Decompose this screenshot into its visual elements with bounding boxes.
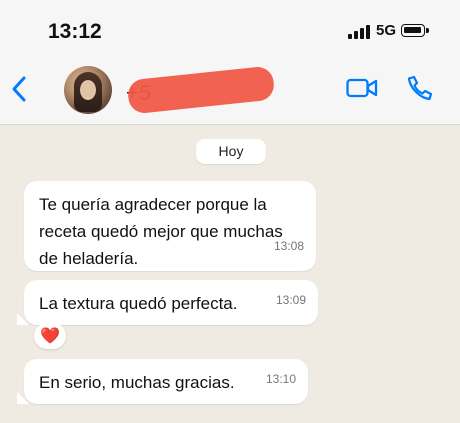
message-time: 13:08 (273, 239, 304, 253)
message-text: Te quería agradecer porque la receta que… (39, 195, 283, 268)
message-bubble[interactable]: En serio, muchas gracias. 13:10 (24, 359, 308, 404)
message-text: En serio, muchas gracias. (39, 373, 235, 392)
phone-icon[interactable] (406, 74, 434, 102)
date-chip: Hoy (196, 139, 266, 164)
back-icon[interactable] (8, 74, 32, 104)
status-time: 13:12 (48, 20, 102, 43)
message-text: La textura quedó perfecta. (39, 294, 238, 313)
message-time: 13:10 (265, 372, 296, 386)
redaction-mark (126, 65, 276, 115)
network-label: 5G (376, 22, 397, 39)
chat-header: 13:12 5G +5 (0, 0, 460, 125)
avatar[interactable] (64, 66, 112, 114)
battery-icon (401, 24, 429, 37)
signal-icon (348, 25, 372, 39)
video-call-icon[interactable] (346, 76, 378, 100)
heart-reaction[interactable]: ❤️ (34, 323, 66, 349)
message-time: 13:09 (275, 293, 306, 307)
message-bubble[interactable]: Te quería agradecer porque la receta que… (24, 181, 316, 271)
message-bubble[interactable]: La textura quedó perfecta. 13:09 (24, 280, 318, 325)
